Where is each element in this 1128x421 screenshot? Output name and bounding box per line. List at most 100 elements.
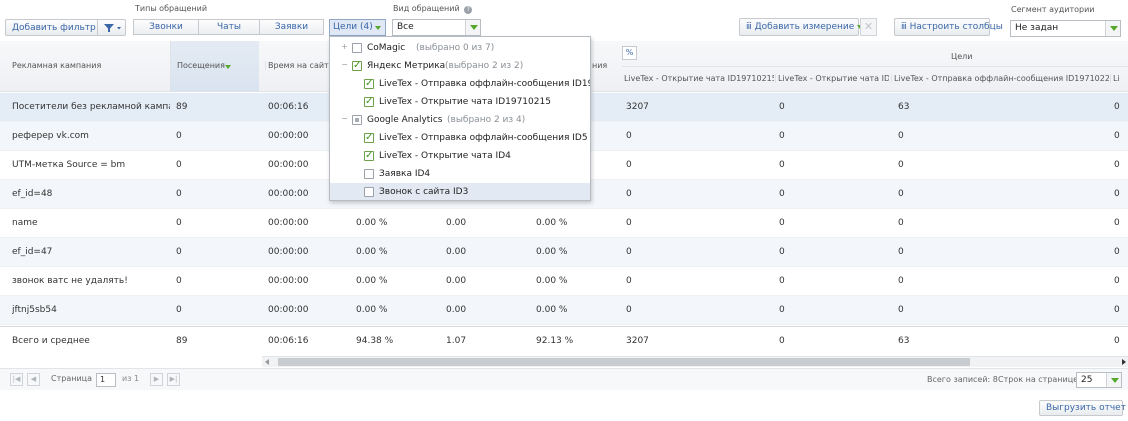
goal-group-count: (выбрано 2 из 4) xyxy=(447,115,526,125)
goal-item[interactable]: LiveTex - Открытие чата ID19710215 xyxy=(330,93,590,111)
goal-group-comagic[interactable]: + CoMagic (выбрано 0 из 7) xyxy=(330,39,590,57)
cell-visits: 0 xyxy=(176,218,182,228)
cell-goal-2: 0 xyxy=(779,305,785,315)
checkbox[interactable] xyxy=(352,57,362,75)
cell-goal-4: 0 xyxy=(1114,160,1120,170)
checkbox[interactable] xyxy=(364,169,374,179)
cell-goal-4: 0 xyxy=(1114,218,1120,228)
checkbox[interactable] xyxy=(352,43,362,53)
cell-c1: 0.00 % xyxy=(356,276,388,286)
scroll-left-icon[interactable] xyxy=(265,359,269,365)
cell-visits: 0 xyxy=(176,131,182,141)
cell-goal-2: 0 xyxy=(779,102,785,112)
export-report-label: Выгрузить отчет xyxy=(1046,403,1126,413)
col-visits[interactable]: Посещения xyxy=(170,41,259,92)
chevron-down-icon xyxy=(1106,373,1121,387)
table-row[interactable]: ef_id=47 0 00:00:00 0.00 % 0.00 0.00 % 0 0 0 0 xyxy=(0,238,1128,267)
request-view-label: Вид обращений ? xyxy=(393,4,473,14)
total-campaign: Всего и среднее xyxy=(12,336,90,346)
scroll-thumb[interactable] xyxy=(278,358,970,366)
chevron-down-icon xyxy=(375,26,381,30)
goal-item[interactable]: Заявка ID4 xyxy=(330,165,590,183)
last-page-button[interactable]: ▶| xyxy=(167,373,180,386)
cell-goal-3: 0 xyxy=(898,160,904,170)
cell-goal-4: 0 xyxy=(1114,189,1120,199)
export-report-button[interactable]: Выгрузить отчет xyxy=(1039,400,1126,416)
page-of-label: из 1 xyxy=(122,374,140,383)
goal-group-count: (выбрано 0 из 7) xyxy=(416,43,495,53)
goal-item[interactable]: LiveTex - Отправка оффлайн-сообщения ID1… xyxy=(330,75,590,93)
goal-item-label: LiveTex - Открытие чата ID19710215 xyxy=(379,97,551,107)
checkbox[interactable] xyxy=(364,75,374,93)
cell-goal-2: 0 xyxy=(779,160,785,170)
help-icon[interactable]: ? xyxy=(464,6,473,14)
rows-per-page-select[interactable]: 25 xyxy=(1076,372,1122,388)
checkbox[interactable] xyxy=(352,115,362,125)
total-g3: 63 xyxy=(898,336,910,346)
tab-requests[interactable]: Заявки xyxy=(259,19,324,35)
table-row[interactable]: jftnj5sb54 0 00:00:00 0.00 % 0.00 0.00 % 0 0 0 0 xyxy=(0,296,1128,325)
goal-group-google-analytics[interactable]: − Google Analytics (выбрано 2 из 4) xyxy=(330,111,590,129)
cell-time: 00:00:00 xyxy=(268,160,309,170)
col-goal-2[interactable]: LiveTex - Открытие чата ID4 xyxy=(775,74,889,83)
goals-button[interactable]: Цели (4) xyxy=(329,19,386,36)
request-view-select[interactable]: Все xyxy=(392,19,481,36)
next-page-button[interactable]: ▶ xyxy=(150,373,163,386)
cell-goal-4: 0 xyxy=(1114,305,1120,315)
expand-icon[interactable]: + xyxy=(340,43,349,52)
cell-c1: 0.00 % xyxy=(356,218,388,228)
page-input[interactable]: 1 xyxy=(96,373,116,387)
checkbox[interactable] xyxy=(364,129,374,147)
goal-item[interactable]: LiveTex - Отправка оффлайн-сообщения ID5 xyxy=(330,129,590,147)
col-goal-3[interactable]: LiveTex - Отправка оффлайн-сообщения ID1… xyxy=(891,74,1109,83)
horizontal-scrollbar[interactable] xyxy=(262,356,1128,367)
collapse-icon[interactable]: − xyxy=(340,115,349,124)
cell-time: 00:00:00 xyxy=(268,131,309,141)
col-goal-1[interactable]: LiveTex - Открытие чата ID19710215 xyxy=(624,74,774,83)
add-dimension-button[interactable]: ⅲ Добавить измерение xyxy=(739,18,864,36)
col-time-on-site[interactable]: Время на сайте xyxy=(265,61,334,70)
prev-page-button[interactable]: ◀ xyxy=(27,373,40,386)
goal-group-yandex[interactable]: − Яндекс Метрика (выбрано 2 из 2) xyxy=(330,57,590,75)
goals-button-label: Цели (4) xyxy=(333,22,373,32)
columns-icon: ⅲ xyxy=(901,22,907,32)
cell-campaign: Посетители без рекламной кампан… xyxy=(12,102,170,112)
col-campaign[interactable]: Рекламная кампания xyxy=(12,61,101,70)
configure-columns-button[interactable]: ⅲ Настроить столбцы xyxy=(894,18,1003,36)
cell-time: 00:00:00 xyxy=(268,247,309,257)
col-goal-4[interactable]: Li xyxy=(1110,74,1128,83)
goal-item[interactable]: LiveTex - Открытие чата ID4 xyxy=(330,147,590,165)
remove-dimension-button[interactable]: ✕ xyxy=(860,18,877,36)
first-page-button[interactable]: |◀ xyxy=(10,373,23,386)
columns-icon: ⅲ xyxy=(746,22,752,32)
cell-goal-3: 0 xyxy=(898,247,904,257)
tab-calls[interactable]: Звонки xyxy=(133,19,199,35)
segment-select[interactable]: Не задан xyxy=(1010,20,1121,37)
first-page-icon: |◀ xyxy=(12,375,21,383)
col-partial[interactable]: ния xyxy=(592,61,607,70)
cell-time: 00:00:00 xyxy=(268,305,309,315)
cell-goal-3: 63 xyxy=(898,102,910,112)
checkbox[interactable] xyxy=(364,187,374,197)
total-time: 00:06:16 xyxy=(268,336,309,346)
collapse-icon[interactable]: − xyxy=(340,61,349,70)
tab-chats[interactable]: Чаты xyxy=(198,19,260,35)
goals-dropdown: + CoMagic (выбрано 0 из 7) − Яндекс Метр… xyxy=(329,36,591,201)
cell-campaign: jftnj5sb54 xyxy=(12,305,57,315)
goal-item[interactable]: Звонок с сайта ID3 xyxy=(330,183,590,200)
cell-visits: 0 xyxy=(176,247,182,257)
request-types-label: Типы обращений xyxy=(135,4,208,13)
checkbox[interactable] xyxy=(364,93,374,111)
scroll-right-icon[interactable] xyxy=(1122,359,1126,365)
add-filter-button[interactable]: Добавить фильтр xyxy=(5,19,103,36)
add-dimension-label: Добавить измерение xyxy=(754,22,855,32)
cell-time: 00:06:16 xyxy=(268,102,309,112)
filter-menu-button[interactable] xyxy=(97,19,126,36)
percent-toggle-button[interactable]: % xyxy=(622,46,637,60)
cell-goal-1: 0 xyxy=(626,218,632,228)
cell-c2: 0.00 xyxy=(446,247,467,257)
checkbox[interactable] xyxy=(364,147,374,165)
table-row[interactable]: name 0 00:00:00 0.00 % 0.00 0.00 % 0 0 0 0 xyxy=(0,209,1128,238)
table-row[interactable]: звонок ватс не удалять! 0 00:00:00 0.00 % 0.… xyxy=(0,267,1128,296)
cell-goal-1: 0 xyxy=(626,276,632,286)
